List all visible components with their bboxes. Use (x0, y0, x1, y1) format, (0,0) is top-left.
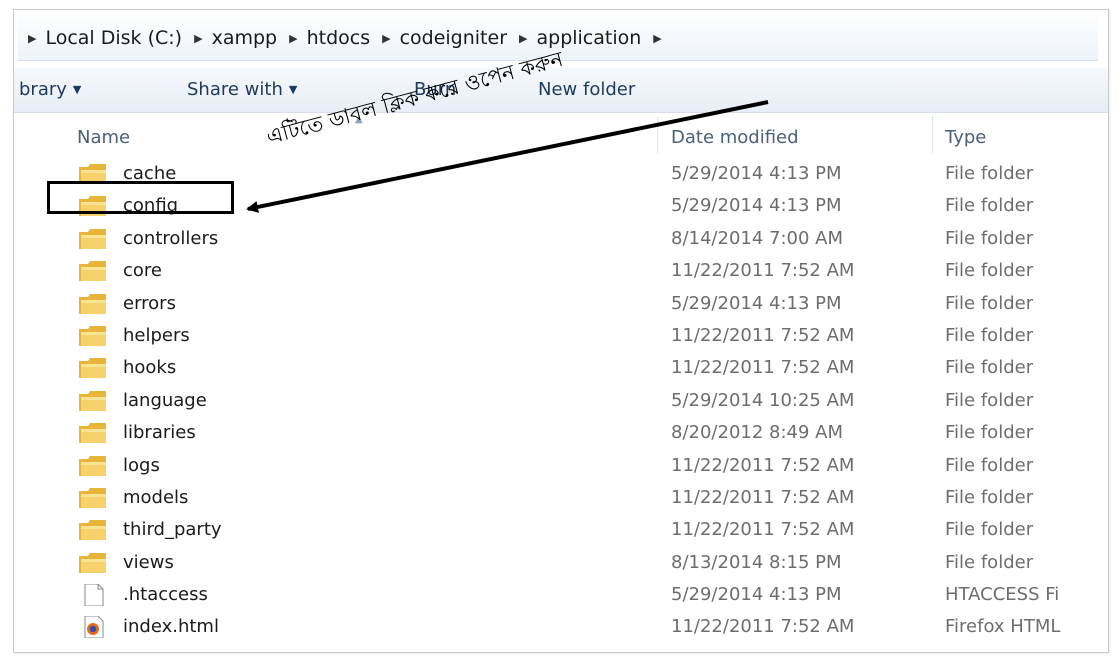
annotation-arrow (246, 100, 769, 213)
